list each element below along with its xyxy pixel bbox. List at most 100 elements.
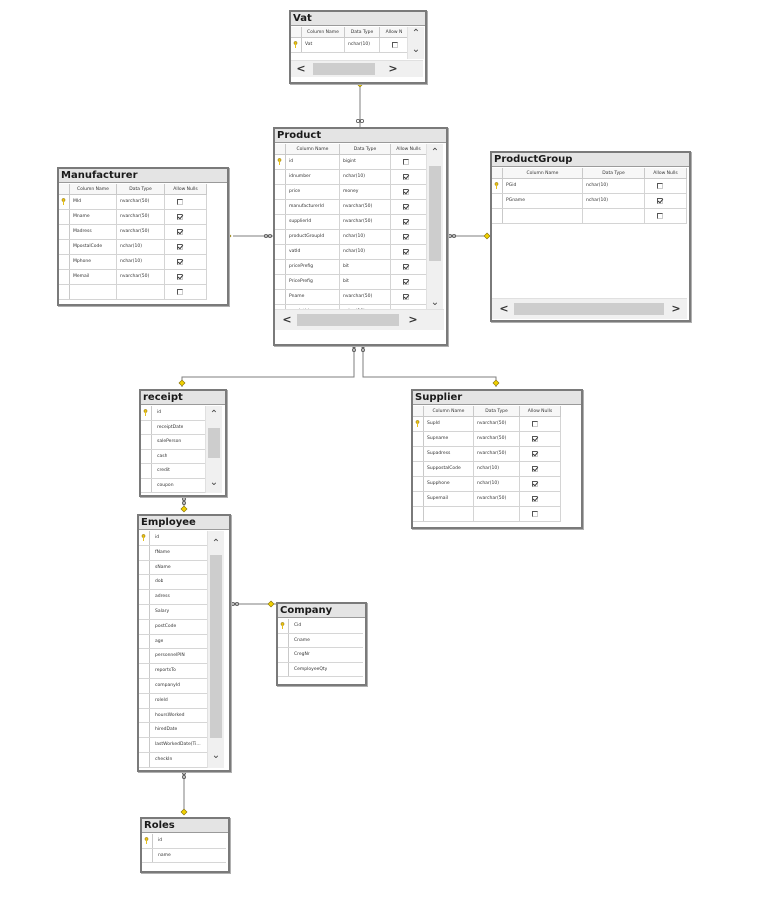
column-type[interactable]: nvarchar(50) bbox=[340, 290, 391, 304]
allow-nulls-checkbox[interactable] bbox=[177, 244, 183, 250]
table-title[interactable]: Vat bbox=[291, 12, 425, 26]
scroll-thumb[interactable] bbox=[514, 303, 664, 315]
column-name[interactable]: idnumber bbox=[286, 170, 340, 184]
scroll-thumb[interactable] bbox=[208, 428, 220, 458]
list-item[interactable]: dob bbox=[139, 575, 207, 591]
table-row[interactable]: supplierId nvarchar(50) bbox=[275, 215, 427, 230]
column-name[interactable]: credit bbox=[152, 464, 170, 478]
table-title[interactable]: Company bbox=[278, 604, 365, 618]
column-name[interactable]: age bbox=[150, 635, 163, 649]
table-row[interactable]: id bigint bbox=[275, 155, 427, 170]
column-name[interactable]: PGid bbox=[503, 179, 583, 193]
column-name[interactable]: Supemail bbox=[424, 492, 474, 506]
list-item[interactable]: Salary bbox=[139, 604, 207, 620]
column-type[interactable]: nvarchar(50) bbox=[474, 417, 520, 431]
scroll-thumb[interactable] bbox=[313, 63, 375, 75]
column-name[interactable]: coupon bbox=[152, 479, 174, 493]
list-item[interactable]: id bbox=[141, 406, 205, 421]
column-name[interactable]: Cname bbox=[289, 634, 310, 648]
scroll-down-icon[interactable]: ⌄ bbox=[206, 476, 222, 490]
column-type[interactable]: nchar(10) bbox=[117, 240, 165, 254]
allow-nulls-checkbox[interactable] bbox=[403, 294, 409, 300]
table-row[interactable]: manufacturerId nvarchar(50) bbox=[275, 200, 427, 215]
list-item[interactable]: age bbox=[139, 634, 207, 650]
list-item[interactable]: CemployeeQty bbox=[278, 662, 363, 677]
table-row[interactable]: vatId nchar(10) bbox=[275, 245, 427, 260]
allow-nulls-checkbox[interactable] bbox=[177, 229, 183, 235]
list-item[interactable]: name bbox=[142, 848, 226, 863]
scroll-right-icon[interactable]: > bbox=[405, 312, 421, 328]
allow-nulls-checkbox[interactable] bbox=[177, 289, 183, 295]
table-row[interactable]: Pname nvarchar(50) bbox=[275, 290, 427, 305]
scroll-thumb[interactable] bbox=[210, 555, 222, 738]
table-title[interactable]: Roles bbox=[142, 819, 228, 833]
table-row[interactable]: Supemail nvarchar(50) bbox=[413, 492, 561, 507]
table-row[interactable]: Supname nvarchar(50) bbox=[413, 432, 561, 447]
list-item[interactable]: postCode bbox=[139, 619, 207, 635]
column-type[interactable]: nchar(10) bbox=[583, 179, 645, 193]
column-name[interactable]: salePerson bbox=[152, 435, 181, 449]
column-type[interactable]: nchar(10) bbox=[474, 462, 520, 476]
scroll-down-icon[interactable]: ⌄ bbox=[208, 749, 224, 763]
column-name[interactable]: pricePrefig bbox=[286, 260, 340, 274]
column-type[interactable] bbox=[583, 209, 645, 223]
allow-nulls-checkbox[interactable] bbox=[532, 466, 538, 472]
horizontal-scrollbar[interactable]: < > bbox=[492, 298, 687, 319]
column-type[interactable]: nchar(10) bbox=[340, 230, 391, 244]
scroll-left-icon[interactable]: < bbox=[496, 301, 512, 317]
allow-nulls-checkbox[interactable] bbox=[403, 264, 409, 270]
allow-nulls-checkbox[interactable] bbox=[177, 274, 183, 280]
list-item[interactable]: companyId bbox=[139, 678, 207, 694]
column-name[interactable]: Memail bbox=[70, 270, 117, 284]
list-item[interactable]: Cid bbox=[278, 619, 363, 634]
table-title[interactable]: Product bbox=[275, 129, 446, 143]
table-row[interactable]: SupId nvarchar(50) bbox=[413, 417, 561, 432]
column-name[interactable]: Mphone bbox=[70, 255, 117, 269]
allow-nulls-checkbox[interactable] bbox=[657, 213, 663, 219]
column-name[interactable]: receiptDate bbox=[152, 421, 183, 435]
column-type[interactable] bbox=[474, 507, 520, 521]
list-item[interactable]: adress bbox=[139, 590, 207, 605]
column-name[interactable]: fName bbox=[150, 546, 170, 560]
column-name[interactable]: id bbox=[153, 834, 162, 848]
table-row[interactable]: Supadress nvarchar(50) bbox=[413, 447, 561, 462]
allow-nulls-checkbox[interactable] bbox=[532, 496, 538, 502]
table-row[interactable] bbox=[492, 209, 687, 224]
column-name[interactable]: Supphone bbox=[424, 477, 474, 491]
table-row[interactable]: PGname nchar(10) bbox=[492, 194, 687, 209]
column-name[interactable]: cash bbox=[152, 450, 167, 464]
receipt-table[interactable]: receipt id receiptDate salePerson cash credi… bbox=[139, 389, 227, 497]
list-item[interactable]: id bbox=[139, 531, 207, 546]
column-name[interactable]: PricePrefig bbox=[286, 275, 340, 289]
allow-nulls-checkbox[interactable] bbox=[532, 421, 538, 427]
list-item[interactable]: lastWorkedDate(Ti... bbox=[139, 738, 207, 753]
productgroup-table[interactable]: ProductGroup Column Name Data Type Allow… bbox=[490, 151, 691, 322]
column-type[interactable]: nvarchar(50) bbox=[474, 492, 520, 506]
column-name[interactable]: Madress bbox=[70, 225, 117, 239]
column-name[interactable]: adress bbox=[150, 590, 170, 604]
table-row[interactable]: Vat nchar(10) bbox=[291, 38, 409, 53]
allow-nulls-checkbox[interactable] bbox=[532, 451, 538, 457]
table-row[interactable]: idnumber nchar(10) bbox=[275, 170, 427, 185]
vertical-scrollbar[interactable]: ⌃ ⌄ bbox=[207, 531, 224, 768]
column-name[interactable]: SuppostalCode bbox=[424, 462, 474, 476]
allow-nulls-checkbox[interactable] bbox=[392, 42, 398, 48]
table-row[interactable]: Mphone nchar(10) bbox=[59, 255, 207, 270]
list-item[interactable]: id bbox=[142, 834, 226, 849]
roles-table[interactable]: Roles id name bbox=[140, 817, 230, 873]
allow-nulls-checkbox[interactable] bbox=[403, 279, 409, 285]
scroll-up-icon[interactable]: ⌃ bbox=[408, 27, 424, 41]
scroll-up-icon[interactable]: ⌃ bbox=[208, 537, 224, 551]
table-row[interactable] bbox=[59, 285, 207, 300]
column-type[interactable]: nvarchar(50) bbox=[117, 225, 165, 239]
allow-nulls-checkbox[interactable] bbox=[532, 436, 538, 442]
column-name[interactable]: checkIn bbox=[150, 753, 172, 767]
scroll-right-icon[interactable]: > bbox=[385, 61, 401, 77]
column-type[interactable]: nvarchar(50) bbox=[117, 195, 165, 209]
supplier-table[interactable]: Supplier Column Name Data Type Allow Nul… bbox=[411, 389, 583, 529]
column-type[interactable]: nchar(10) bbox=[340, 245, 391, 259]
table-row[interactable]: MId nvarchar(50) bbox=[59, 195, 207, 210]
column-name[interactable]: Supadress bbox=[424, 447, 474, 461]
column-name[interactable]: dob bbox=[150, 575, 163, 589]
column-type[interactable]: bigint bbox=[340, 155, 391, 169]
